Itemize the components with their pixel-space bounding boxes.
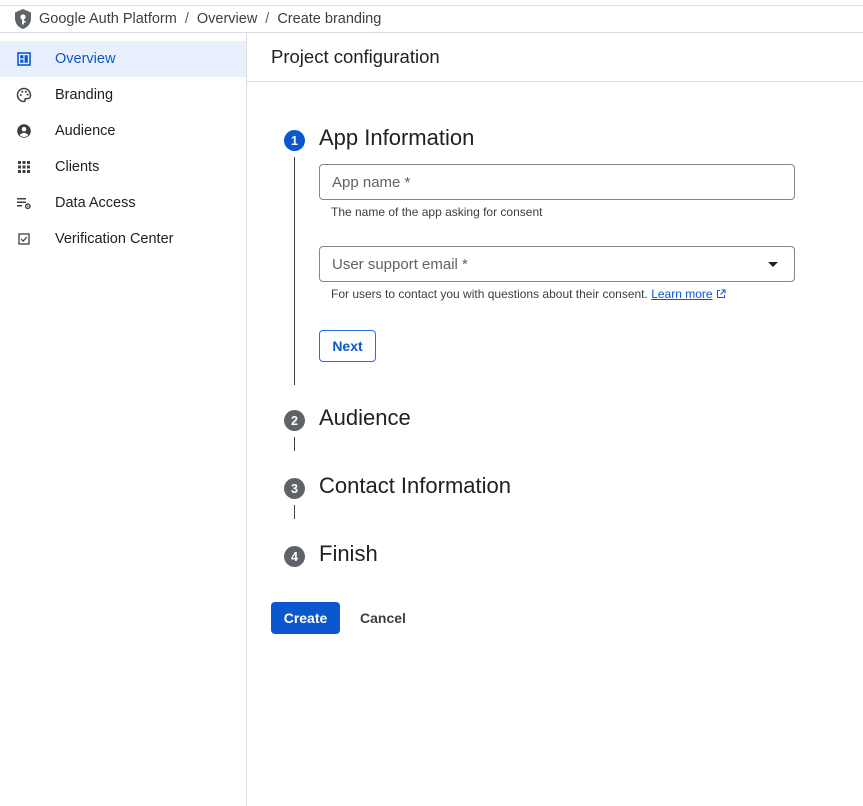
sidebar-item-label: Verification Center (55, 231, 174, 247)
support-email-select[interactable]: User support email * (319, 246, 795, 282)
breadcrumb-separator: / (265, 11, 270, 27)
sidebar-item-label: Data Access (55, 195, 136, 211)
breadcrumb-overview[interactable]: Overview (197, 11, 257, 27)
sidebar-item-branding[interactable]: Branding (0, 77, 246, 113)
step-title-audience[interactable]: Audience (319, 405, 411, 431)
app-name-input[interactable] (332, 173, 794, 191)
sidebar-item-label: Branding (55, 87, 114, 103)
grid-icon (15, 158, 33, 176)
sidebar-item-label: Audience (55, 123, 116, 139)
step-title-finish[interactable]: Finish (319, 541, 378, 567)
sidebar-item-clients[interactable]: Clients (0, 149, 246, 185)
list-settings-icon (15, 194, 33, 212)
app-name-hint: The name of the app asking for consent (331, 205, 543, 219)
palette-icon (15, 86, 33, 104)
sidebar: Overview Branding Audience Clients Data … (0, 33, 247, 806)
sidebar-item-data-access[interactable]: Data Access (0, 185, 246, 221)
step-title-app-information[interactable]: App Information (319, 125, 474, 151)
breadcrumb-separator: / (184, 11, 189, 27)
breadcrumb-bar: Google Auth Platform / Overview / Create… (0, 5, 863, 33)
dashboard-icon (15, 50, 33, 68)
shield-key-icon (12, 8, 34, 30)
support-email-hint: For users to contact you with questions … (331, 287, 726, 301)
step-title-contact-information[interactable]: Contact Information (319, 473, 511, 499)
page-title: Project configuration (247, 33, 863, 82)
dropdown-arrow-icon (768, 262, 778, 267)
support-email-placeholder: User support email * (332, 255, 468, 273)
support-email-hint-text: For users to contact you with questions … (331, 287, 648, 301)
external-link-icon (716, 287, 726, 301)
sidebar-item-label: Clients (55, 159, 100, 175)
step-number-4: 4 (284, 546, 305, 567)
cancel-button[interactable]: Cancel (352, 602, 414, 634)
checkbox-icon (15, 230, 33, 248)
step-connector (294, 437, 295, 451)
create-button[interactable]: Create (271, 602, 340, 634)
step-number-3: 3 (284, 478, 305, 499)
step-connector (294, 157, 295, 385)
next-button[interactable]: Next (319, 330, 376, 362)
form-actions: Create Cancel (271, 602, 414, 634)
step-connector (294, 505, 295, 519)
app-name-field[interactable] (319, 164, 795, 200)
person-icon (15, 122, 33, 140)
sidebar-item-verification-center[interactable]: Verification Center (0, 221, 246, 257)
step-number-2: 2 (284, 410, 305, 431)
step-number-1: 1 (284, 130, 305, 151)
sidebar-item-overview[interactable]: Overview (0, 41, 246, 77)
breadcrumb-app[interactable]: Google Auth Platform (39, 11, 177, 27)
learn-more-link[interactable]: Learn more (651, 287, 712, 301)
breadcrumb-current: Create branding (277, 11, 382, 27)
sidebar-item-audience[interactable]: Audience (0, 113, 246, 149)
sidebar-item-label: Overview (55, 51, 116, 67)
main-content: Project configuration 1 App Information … (247, 33, 863, 806)
